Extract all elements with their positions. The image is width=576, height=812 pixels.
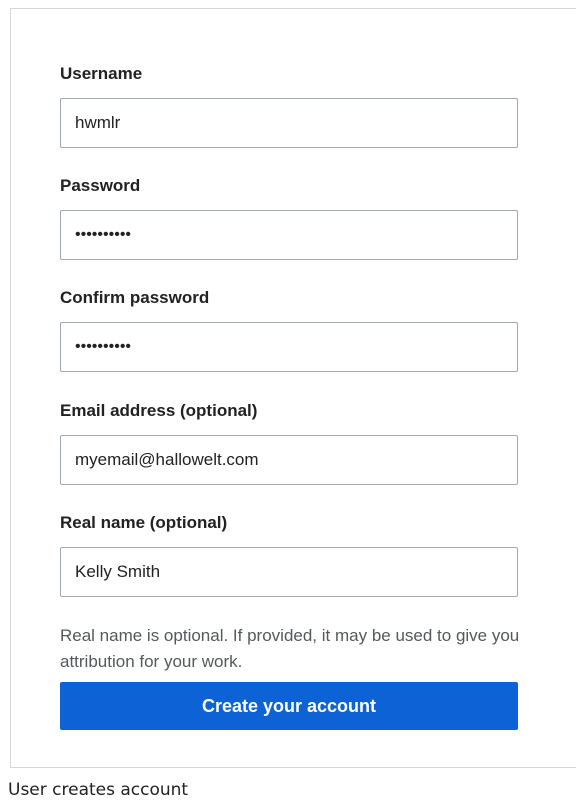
email-label: Email address (optional) <box>60 401 258 420</box>
username-input[interactable] <box>61 99 517 147</box>
password-label: Password <box>60 176 141 195</box>
image-caption: User creates account <box>8 780 189 800</box>
create-account-button[interactable]: Create your account <box>60 682 518 730</box>
real-name-field[interactable] <box>60 547 518 597</box>
username-field[interactable] <box>60 98 518 148</box>
screenshot-frame: Username Password Confirm password Email… <box>10 8 576 768</box>
real-name-help-text: Real name is optional. If provided, it m… <box>60 626 520 671</box>
password-input[interactable] <box>61 211 517 259</box>
real-name-input[interactable] <box>61 548 517 596</box>
email-input[interactable] <box>61 436 517 484</box>
email-field[interactable] <box>60 435 518 485</box>
username-label: Username <box>60 64 143 83</box>
confirm-password-input[interactable] <box>61 323 517 371</box>
password-field[interactable] <box>60 210 518 260</box>
confirm-password-field[interactable] <box>60 322 518 372</box>
real-name-label: Real name (optional) <box>60 513 228 532</box>
confirm-password-label: Confirm password <box>60 288 210 307</box>
